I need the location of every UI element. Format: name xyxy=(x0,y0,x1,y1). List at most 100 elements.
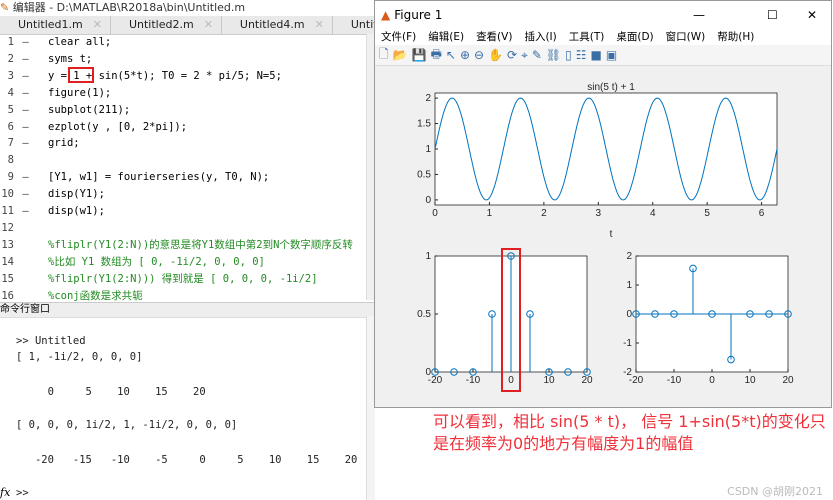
line-number: 9 xyxy=(7,171,14,184)
code-line[interactable]: 2 — syms t; xyxy=(0,51,93,68)
maximize-icon[interactable]: ☐ xyxy=(767,1,778,29)
menu-item[interactable]: 工具(T) xyxy=(569,29,605,45)
data-cursor-icon[interactable]: ⌖ xyxy=(521,48,528,63)
minimize-icon[interactable]: — xyxy=(693,1,705,29)
breakpoint-marker[interactable]: — xyxy=(14,203,48,220)
matlab-logo-icon: ▲ xyxy=(381,8,391,22)
figure-toolbar: 🗋 📂 💾 🖶 ↖ ⊕ ⊖ ✋ ⟳ ⌖ ✎ ⛓ ▯ ☷ ■ ▣ xyxy=(375,45,831,66)
link-icon[interactable]: ⛓ xyxy=(546,48,561,62)
code-text: %conj函数是求共轭 xyxy=(48,289,143,302)
line-number: 8 xyxy=(7,154,14,167)
menu-item[interactable]: 编辑(E) xyxy=(428,29,464,45)
code-line[interactable]: 14 %比如 Y1 数组为 [ 0, -1i/2, 0, 0, 0] xyxy=(0,254,265,271)
code-line[interactable]: 10 — disp(Y1); xyxy=(0,186,105,203)
line-number: 4 xyxy=(7,86,14,99)
code-line[interactable]: 1 — clear all; xyxy=(0,34,112,51)
breakpoint-marker[interactable]: — xyxy=(14,34,48,51)
pointer-icon[interactable]: ↖ xyxy=(446,48,456,62)
dock-icon[interactable]: ▣ xyxy=(606,48,617,62)
menu-item[interactable]: 窗口(W) xyxy=(666,29,706,45)
line-number: 15 xyxy=(1,272,14,285)
code-text: subplot(211); xyxy=(48,103,131,116)
breakpoint-marker[interactable]: — xyxy=(14,186,48,203)
tab-label: Untitled2.m xyxy=(128,18,194,31)
x-tick-label: -10 xyxy=(466,375,481,386)
code-line[interactable]: 5 — subplot(211); xyxy=(0,102,131,119)
code-line[interactable]: 11 — disp(w1); xyxy=(0,203,105,220)
breakpoint-marker[interactable]: — xyxy=(14,169,48,186)
chart-title: sin(5 t) + 1 xyxy=(587,82,635,93)
tab-label: Untitled1.m xyxy=(18,18,83,31)
print-icon[interactable]: 🖶 xyxy=(431,45,442,66)
code-line[interactable]: 6 — ezplot(y , [0, 2*pi]); xyxy=(0,119,187,136)
line-number: 1 xyxy=(7,36,14,48)
pan-icon[interactable]: ✋ xyxy=(488,48,503,62)
command-line: -20 -15 -10 -5 0 5 10 15 20 xyxy=(16,454,358,466)
tab-untitled4[interactable]: Untitled4.m ✕ xyxy=(222,16,333,34)
zoom-in-icon[interactable]: ⊕ xyxy=(460,48,470,62)
y-tick-label: 0 xyxy=(425,195,431,206)
close-icon[interactable]: ✕ xyxy=(93,18,102,31)
x-tick-label: 6 xyxy=(759,208,765,219)
line-number: 6 xyxy=(7,120,14,133)
code-line[interactable]: 8 xyxy=(0,152,48,169)
y-tick-label: 0 xyxy=(626,309,632,320)
x-tick-label: 5 xyxy=(704,208,710,219)
code-line[interactable]: 15 %fliplr(Y1(2:N))) 得到就是 [ 0, 0, 0, -1i/… xyxy=(0,271,317,288)
code-text: disp(Y1); xyxy=(48,188,105,201)
tab-untitled2[interactable]: Untitled2.m ✕ xyxy=(111,16,222,34)
x-tick-label: 1 xyxy=(487,208,493,219)
code-text: %fliplr(Y1(2:N))的意思是将Y1数组中第2到N个数字顺序反转 xyxy=(48,238,353,251)
tab-untitled1[interactable]: Untitled1.m ✕ xyxy=(0,16,111,34)
y-tick-label: -1 xyxy=(623,338,632,349)
colorbar-icon[interactable]: ▯ xyxy=(565,48,572,62)
menu-item[interactable]: 插入(I) xyxy=(524,29,556,45)
code-text: grid; xyxy=(48,137,80,150)
code-line[interactable]: 4 — figure(1); xyxy=(0,85,112,102)
legend-icon[interactable]: ☷ xyxy=(576,48,587,62)
rotate-icon[interactable]: ⟳ xyxy=(507,48,517,62)
close-icon[interactable]: ✕ xyxy=(204,18,213,31)
code-editor[interactable]: 1 — clear all; 2 — syms t; 3 — y = 1 + sin(5*… xyxy=(0,34,366,302)
y-tick-label: -2 xyxy=(623,367,632,378)
breakpoint-marker[interactable]: — xyxy=(14,85,48,102)
menu-item[interactable]: 桌面(D) xyxy=(616,29,653,45)
y-tick-label: 0.5 xyxy=(417,309,431,320)
command-line: 0 5 10 15 20 xyxy=(16,386,206,398)
x-tick-label: 3 xyxy=(596,208,602,219)
code-line[interactable]: 3 — y = 1 + sin(5*t); T0 = 2 * pi/5; N=5; xyxy=(0,68,282,85)
breakpoint-marker[interactable]: — xyxy=(14,68,48,85)
breakpoint-marker[interactable]: — xyxy=(14,102,48,119)
code-line[interactable]: 13 %fliplr(Y1(2:N))的意思是将Y1数组中第2到N个数字顺序反转 xyxy=(0,237,353,254)
code-text: figure(1); xyxy=(48,86,112,99)
tab-label: Untitled4.m xyxy=(239,18,305,31)
function-browser-icon[interactable]: fx xyxy=(0,486,10,499)
breakpoint-marker[interactable]: — xyxy=(14,135,48,152)
code-line[interactable]: 9 — [Y1, w1] = fourierseries(y, T0, N); xyxy=(0,169,270,186)
close-icon[interactable]: ✕ xyxy=(807,1,817,29)
zoom-out-icon[interactable]: ⊖ xyxy=(474,48,484,62)
code-text: ezplot(y , [0, 2*pi]); xyxy=(48,120,188,133)
save-icon[interactable]: 💾 xyxy=(412,48,427,62)
open-icon[interactable]: 📂 xyxy=(393,48,408,62)
menu-item[interactable]: 文件(F) xyxy=(381,29,416,45)
menu-item[interactable]: 帮助(H) xyxy=(717,29,754,45)
figure-title-bar: ▲ Figure 1 — ☐ ✕ xyxy=(375,1,831,29)
code-line[interactable]: 12 xyxy=(0,220,48,237)
code-line[interactable]: 7 — grid; xyxy=(0,135,80,152)
line-number: 2 xyxy=(7,52,14,65)
hide-tools-icon[interactable]: ■ xyxy=(591,48,602,62)
x-tick-label: 10 xyxy=(543,375,555,386)
x-tick-label: 2 xyxy=(541,208,547,219)
new-file-icon[interactable]: 🗋 xyxy=(379,45,389,66)
command-prompt[interactable]: >> xyxy=(16,487,29,499)
breakpoint-marker[interactable]: — xyxy=(14,51,48,68)
breakpoint-marker[interactable]: — xyxy=(14,119,48,136)
line-number: 10 xyxy=(1,188,14,201)
line-number: 12 xyxy=(1,221,14,234)
brush-icon[interactable]: ✎ xyxy=(532,48,542,62)
highlight-box xyxy=(68,67,94,83)
menu-item[interactable]: 查看(V) xyxy=(476,29,512,45)
command-line: >> Untitled xyxy=(16,335,86,347)
close-icon[interactable]: ✕ xyxy=(315,18,324,31)
